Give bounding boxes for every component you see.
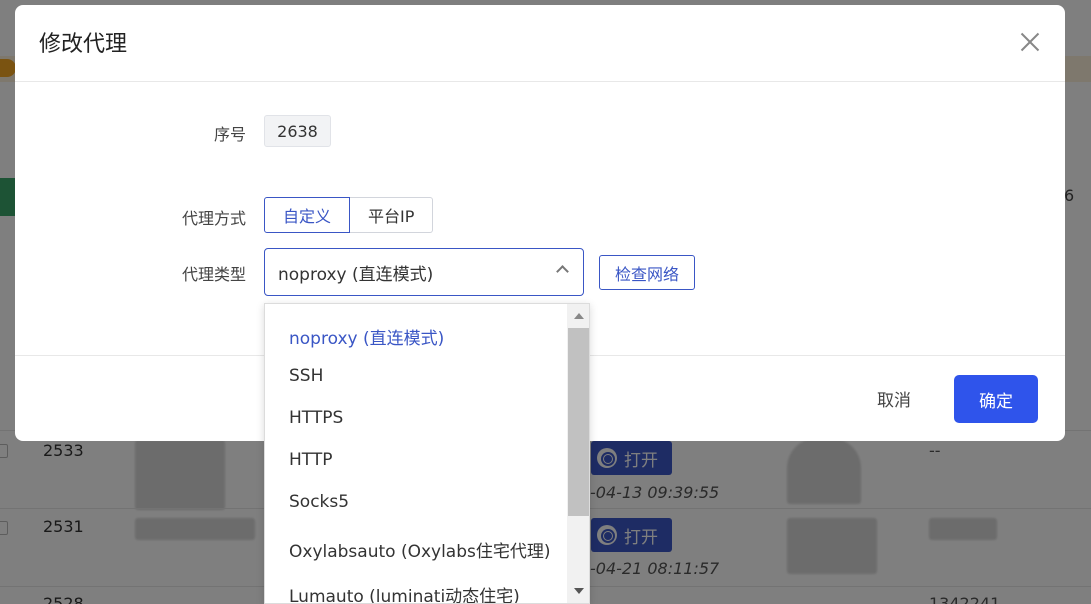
proxy-mode-group: 自定义 平台IP <box>264 197 434 233</box>
dropdown-scrollbar-thumb[interactable] <box>568 328 589 516</box>
mode-platform-ip-button[interactable]: 平台IP <box>350 197 434 233</box>
serial-value: 2638 <box>264 115 331 147</box>
proxy-type-select[interactable]: noproxy (直连模式) <box>264 248 584 296</box>
serial-label: 序号 <box>213 125 246 144</box>
proxy-type-value: noproxy (直连模式) <box>278 264 434 285</box>
proxy-type-dropdown: noproxy (直连模式) SSH HTTPS HTTP Socks5 Oxy… <box>264 303 590 604</box>
proxy-mode-label: 代理方式 <box>181 209 246 228</box>
dropdown-option-http[interactable]: HTTP <box>289 450 333 470</box>
dropdown-option-lumauto[interactable]: Lumauto (luminati动态住宅) <box>289 582 520 603</box>
dialog-title: 修改代理 <box>39 32 128 57</box>
scroll-down-icon[interactable] <box>574 588 584 594</box>
dropdown-option-noproxy[interactable]: noproxy (直连模式) <box>289 324 444 349</box>
check-network-button[interactable]: 检查网络 <box>599 255 695 290</box>
cancel-button[interactable]: 取消 <box>877 386 911 411</box>
scroll-up-icon[interactable] <box>574 313 584 319</box>
dropdown-option-socks5[interactable]: Socks5 <box>289 492 349 512</box>
header-divider <box>15 81 1065 82</box>
chevron-up-icon <box>556 265 569 278</box>
dropdown-option-https[interactable]: HTTPS <box>289 408 343 428</box>
proxy-type-label: 代理类型 <box>181 265 246 284</box>
confirm-button[interactable]: 确定 <box>954 375 1038 423</box>
mode-custom-button[interactable]: 自定义 <box>264 197 351 233</box>
close-icon[interactable] <box>1018 30 1042 54</box>
dropdown-option-ssh[interactable]: SSH <box>289 366 323 386</box>
dropdown-option-oxylabsauto[interactable]: Oxylabsauto (Oxylabs住宅代理) <box>289 537 551 562</box>
